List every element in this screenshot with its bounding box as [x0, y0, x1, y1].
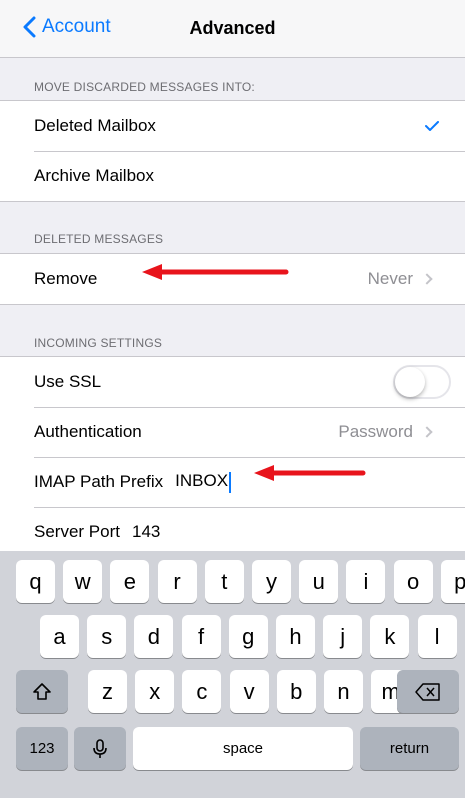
imap-path-prefix-field[interactable]: INBOX: [175, 471, 232, 493]
shift-key[interactable]: [16, 670, 68, 713]
imap-path-prefix-row[interactable]: IMAP Path Prefix INBOX: [0, 457, 465, 507]
key-x[interactable]: x: [135, 670, 175, 713]
dictation-key[interactable]: [74, 727, 126, 770]
key-i[interactable]: i: [346, 560, 386, 603]
key-y[interactable]: y: [252, 560, 291, 603]
key-u[interactable]: u: [299, 560, 339, 603]
server-port-value: 143: [131, 522, 161, 541]
authentication-row[interactable]: Authentication Password: [0, 407, 465, 457]
authentication-value: Password: [338, 422, 413, 441]
deleted-mailbox-label: Deleted Mailbox: [34, 116, 156, 135]
section-header-deleted-messages: DELETED MESSAGES: [34, 232, 164, 246]
numbers-key[interactable]: 123: [16, 727, 68, 770]
chevron-right-icon: [421, 273, 433, 285]
use-ssl-row: Use SSL: [0, 357, 465, 407]
key-k[interactable]: k: [370, 615, 410, 658]
authentication-label: Authentication: [34, 422, 142, 441]
remove-label: Remove: [34, 269, 98, 288]
key-f[interactable]: f: [181, 615, 221, 658]
use-ssl-toggle[interactable]: [393, 365, 451, 399]
key-z[interactable]: z: [88, 670, 127, 713]
key-n[interactable]: n: [324, 670, 363, 713]
checkmark-icon: [425, 121, 439, 131]
backspace-key[interactable]: [397, 670, 459, 713]
microphone-icon: [93, 738, 107, 758]
toggle-knob: [395, 367, 425, 397]
archive-mailbox-label: Archive Mailbox: [34, 166, 154, 185]
text-cursor: [229, 471, 232, 493]
navigation-bar: Account Advanced: [0, 0, 465, 58]
key-s[interactable]: s: [87, 615, 127, 658]
move-discarded-group: Deleted Mailbox Archive Mailbox: [0, 100, 465, 202]
key-c[interactable]: c: [182, 670, 222, 713]
backspace-icon: [415, 682, 440, 701]
key-r[interactable]: r: [157, 560, 197, 603]
use-ssl-label: Use SSL: [34, 372, 102, 391]
key-q[interactable]: q: [16, 560, 55, 603]
key-b[interactable]: b: [276, 670, 316, 713]
key-a[interactable]: a: [40, 615, 79, 658]
incoming-settings-group: Use SSL Authentication Password IMAP Pat…: [0, 356, 465, 557]
archive-mailbox-row[interactable]: Archive Mailbox: [0, 151, 465, 201]
key-e[interactable]: e: [110, 560, 150, 603]
deleted-mailbox-row[interactable]: Deleted Mailbox: [0, 101, 465, 151]
annotation-arrow-remove: [142, 264, 289, 280]
section-header-incoming-settings: INCOMING SETTINGS: [34, 336, 163, 350]
return-key[interactable]: return: [360, 727, 459, 770]
annotation-arrow-imap-prefix: [254, 465, 366, 481]
remove-value: Never: [367, 269, 413, 288]
key-g[interactable]: g: [228, 615, 268, 658]
shift-arrow-icon: [33, 682, 51, 700]
chevron-right-icon: [421, 426, 433, 438]
imap-path-prefix-value: INBOX: [175, 471, 229, 491]
key-w[interactable]: w: [63, 560, 103, 603]
key-d[interactable]: d: [134, 615, 174, 658]
keyboard: qwertyuiop asdfghjkl zxcvbnm 123 space r…: [0, 551, 465, 798]
key-h[interactable]: h: [276, 615, 315, 658]
space-key[interactable]: space: [133, 727, 353, 770]
key-p[interactable]: p: [440, 560, 465, 603]
page-title: Advanced: [189, 18, 276, 38]
server-port-label: Server Port: [34, 522, 120, 541]
key-j[interactable]: j: [323, 615, 363, 658]
key-o[interactable]: o: [393, 560, 433, 603]
key-l[interactable]: l: [417, 615, 457, 658]
key-t[interactable]: t: [204, 560, 244, 603]
imap-path-prefix-label: IMAP Path Prefix: [34, 472, 164, 491]
section-header-move-discarded: MOVE DISCARDED MESSAGES INTO:: [34, 80, 255, 94]
server-port-row[interactable]: Server Port 143: [0, 507, 465, 557]
key-v[interactable]: v: [229, 670, 269, 713]
